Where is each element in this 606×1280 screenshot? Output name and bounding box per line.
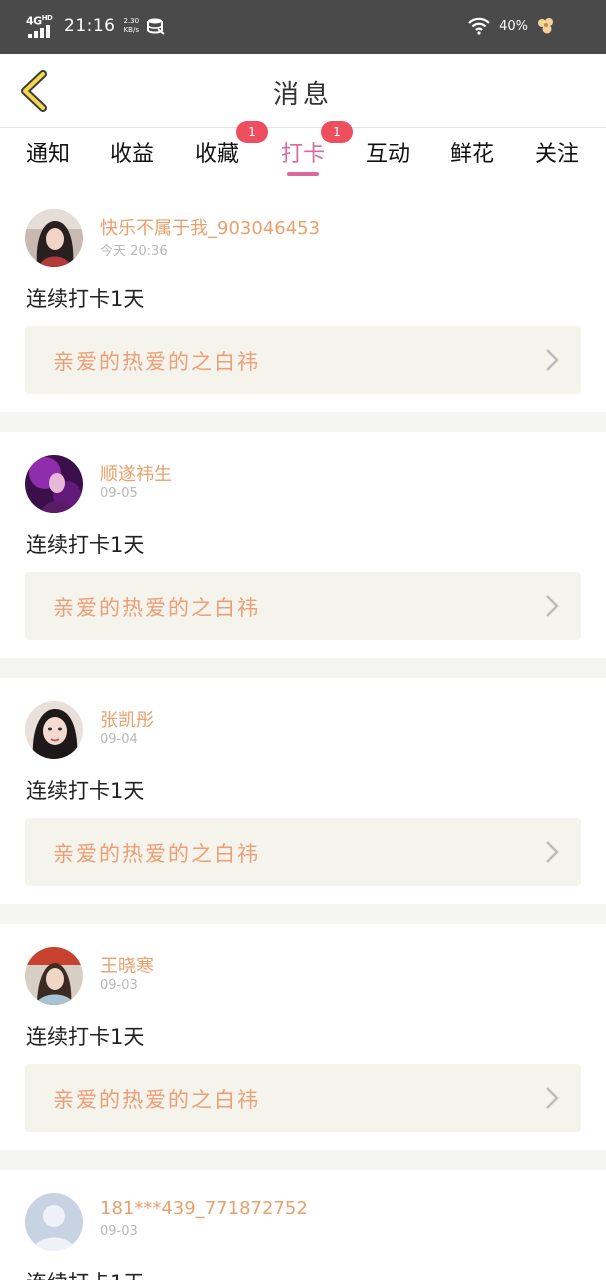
list-item: 181***439_771872752 09-03 连续打卡1天 — [0, 1170, 606, 1280]
tab-checkin[interactable]: 打卡 — [281, 136, 325, 168]
tab-earnings[interactable]: 收益 — [110, 136, 154, 168]
status-right: 40% — [467, 17, 556, 35]
post-link-card[interactable]: 亲爱的热爱的之白祎 — [25, 1064, 581, 1132]
avatar[interactable] — [25, 455, 83, 513]
message-text: 连续打卡1天 — [26, 779, 145, 803]
tab-interactions[interactable]: 互动 — [366, 136, 410, 168]
list-item: 张凯彤 09-04 连续打卡1天 亲爱的热爱的之白祎 — [0, 678, 606, 904]
timestamp: 今天 20:36 — [100, 244, 168, 259]
active-tab-indicator — [287, 172, 319, 176]
timestamp: 09-03 — [100, 978, 138, 993]
battery-level: 40% — [499, 18, 528, 34]
message-text: 连续打卡1天 — [26, 287, 145, 311]
page-title: 消息 — [272, 80, 333, 110]
username[interactable]: 张凯彤 — [100, 706, 154, 732]
tab-notifications[interactable]: 通知 — [26, 136, 70, 168]
tab-flowers[interactable]: 鲜花 — [450, 136, 494, 168]
avatar[interactable] — [25, 701, 83, 759]
wifi-icon — [468, 17, 490, 35]
timestamp: 09-03 — [100, 1224, 138, 1239]
message-text: 连续打卡1天 — [26, 1267, 144, 1280]
tab-favorites[interactable]: 收藏 — [195, 136, 239, 168]
list-item: 快乐不属于我_903046453 今天 20:36 连续打卡1天 亲爱的热爱的之… — [0, 186, 606, 412]
avatar[interactable] — [25, 947, 83, 1005]
divider — [0, 1150, 606, 1170]
post-link-card[interactable]: 亲爱的热爱的之白祎 — [25, 572, 581, 640]
list-item: 王晓寒 09-03 连续打卡1天 亲爱的热爱的之白祎 — [0, 924, 606, 1150]
post-link-title: 亲爱的热爱的之白祎 — [53, 596, 260, 620]
post-link-card[interactable]: 亲爱的热爱的之白祎 — [25, 818, 581, 886]
network-speed: 2.30 KB/s — [123, 17, 140, 34]
post-link-card[interactable]: 亲爱的热爱的之白祎 — [25, 326, 581, 394]
username[interactable]: 顺遂祎生 — [100, 460, 172, 486]
chevron-right-icon — [546, 841, 559, 863]
timestamp: 09-05 — [100, 486, 138, 501]
default-avatar-icon[interactable] — [25, 1193, 83, 1251]
divider — [0, 904, 606, 924]
status-bar: 4GHD 21:16 2.30 KB/s 40% — [0, 0, 606, 54]
status-left: 4GHD 21:16 2.30 KB/s — [26, 14, 165, 38]
top-nav-bar: 消息 — [0, 54, 606, 128]
username[interactable]: 王晓寒 — [100, 952, 154, 978]
checkin-badge: 1 — [321, 121, 353, 143]
message-text: 连续打卡1天 — [26, 533, 145, 557]
favorites-badge: 1 — [236, 121, 268, 143]
chevron-right-icon — [546, 1087, 559, 1109]
signal-icon: 4GHD — [26, 14, 56, 38]
post-link-title: 亲爱的热爱的之白祎 — [53, 350, 260, 374]
tab-follows[interactable]: 关注 — [535, 136, 579, 168]
chevron-right-icon — [546, 595, 559, 617]
list-item: 顺遂祎生 09-05 连续打卡1天 亲爱的热爱的之白祎 — [0, 432, 606, 658]
message-text: 连续打卡1天 — [26, 1025, 145, 1049]
chevron-right-icon — [546, 349, 559, 371]
username[interactable]: 快乐不属于我_903046453 — [100, 214, 320, 240]
post-link-title: 亲爱的热爱的之白祎 — [53, 842, 260, 866]
username[interactable]: 181***439_771872752 — [100, 1198, 308, 1219]
battery-flower-icon — [538, 18, 553, 34]
data-saver-icon — [147, 18, 165, 35]
divider — [0, 412, 606, 432]
timestamp: 09-04 — [100, 732, 138, 747]
divider — [0, 658, 606, 678]
avatar[interactable] — [25, 209, 83, 267]
post-link-title: 亲爱的热爱的之白祎 — [53, 1088, 260, 1112]
clock: 21:16 — [64, 16, 116, 36]
